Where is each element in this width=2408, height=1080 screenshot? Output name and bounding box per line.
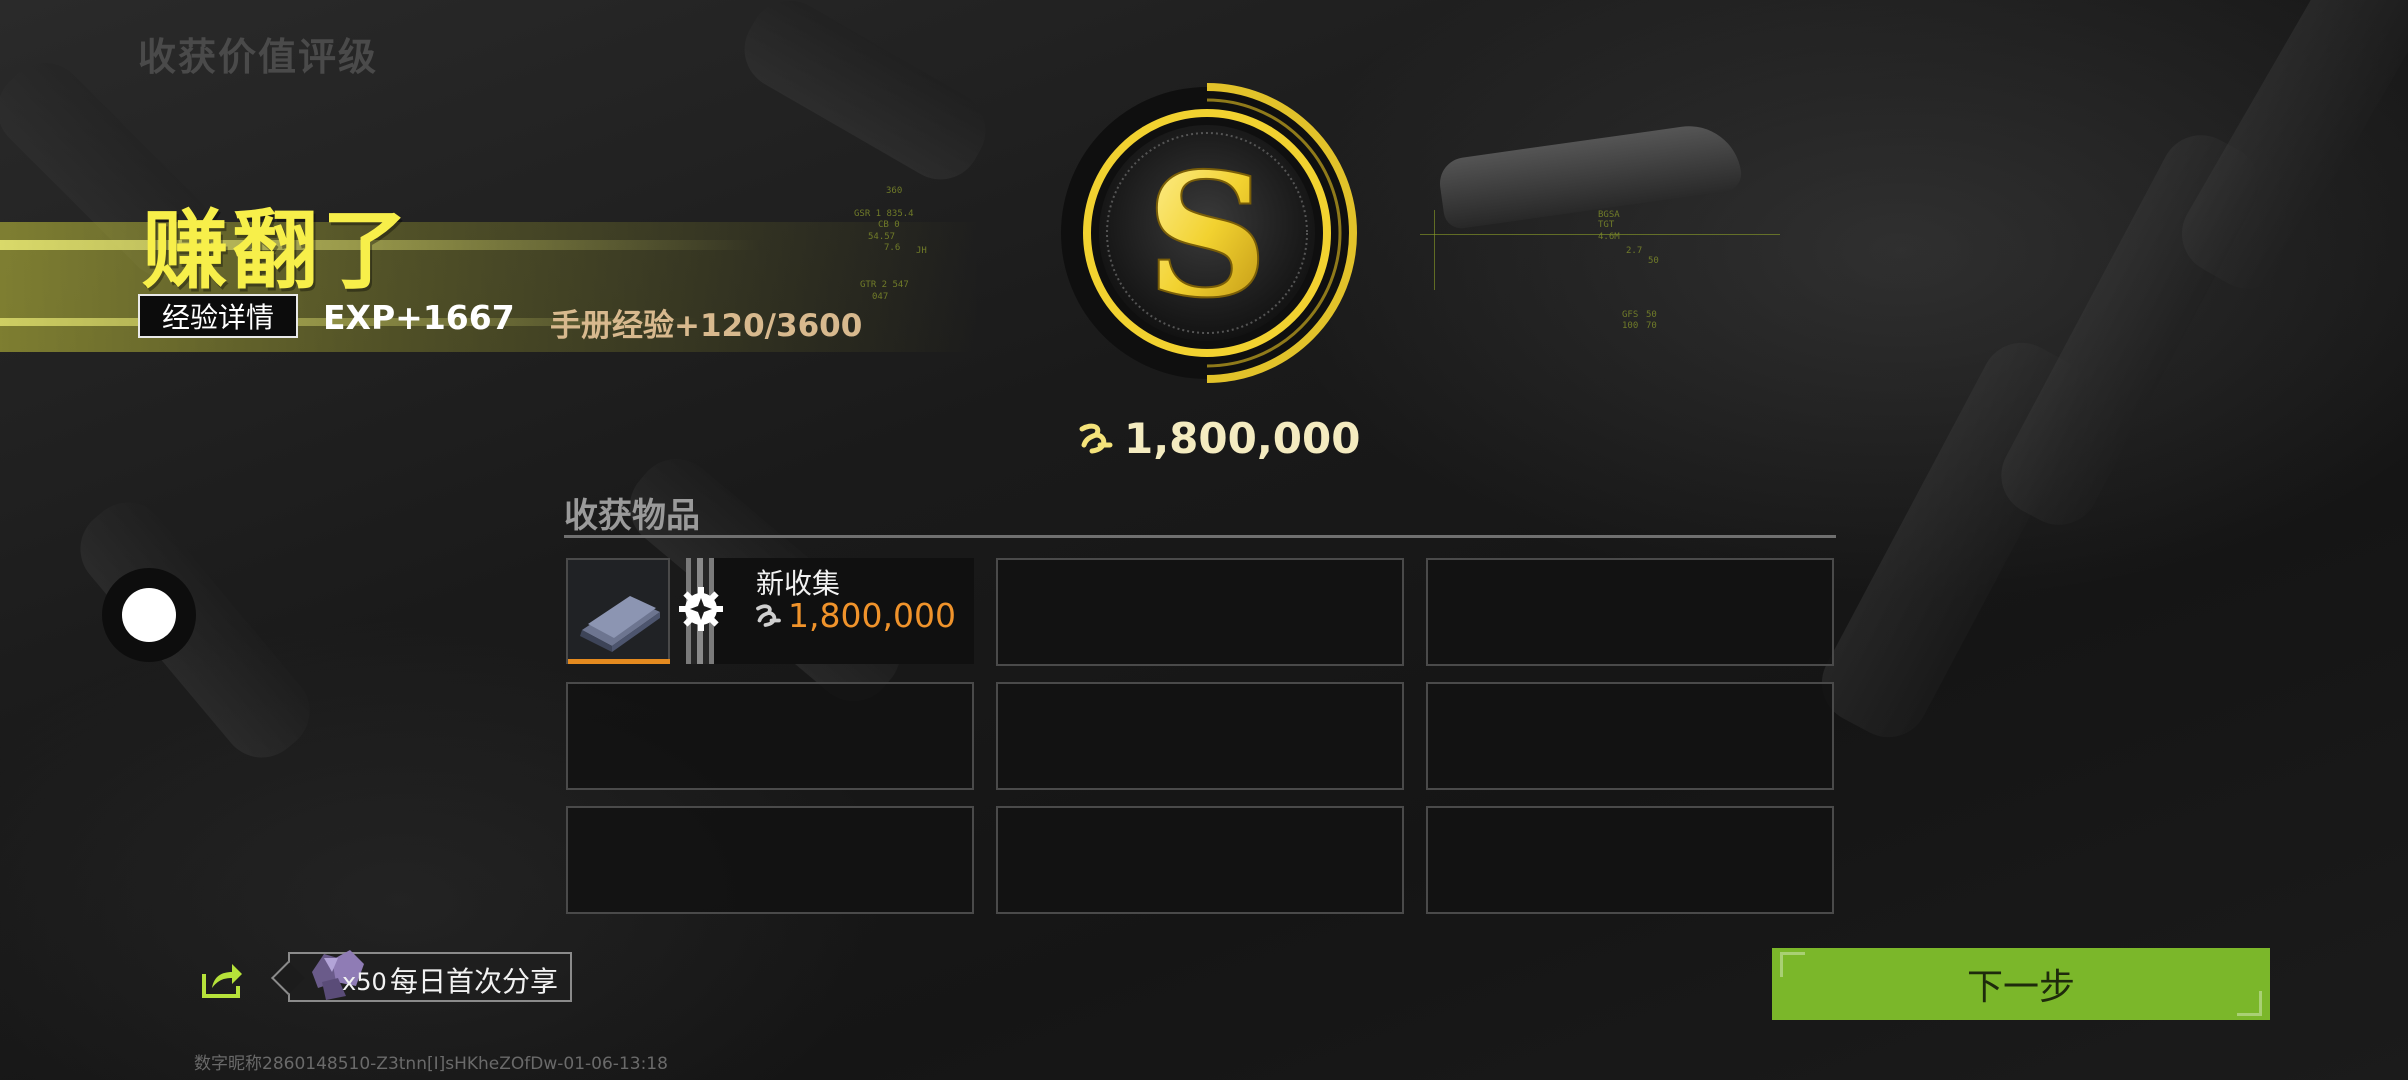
empty-item-slot — [566, 682, 974, 790]
hud-text: 50 — [1648, 256, 1659, 266]
hud-text: GFS — [1622, 310, 1639, 320]
exp-detail-button[interactable]: 经验详情 — [138, 294, 298, 338]
rank-grade: S — [1146, 136, 1269, 336]
empty-item-slot — [1426, 682, 1834, 790]
rank-badge-icon: S — [1061, 83, 1357, 383]
hud-text: JH — [916, 246, 927, 256]
empty-item-slot — [996, 682, 1404, 790]
exp-gain: EXP+1667 — [323, 298, 515, 337]
empty-item-slot — [996, 806, 1404, 914]
record-dot-icon — [122, 588, 176, 642]
share-icon[interactable] — [200, 960, 244, 1000]
item-thumbnail — [566, 558, 670, 664]
rarity-underline — [568, 659, 670, 664]
harvest-item-slot[interactable]: 新收集 1,800,000 — [566, 558, 974, 666]
gear-badge-icon — [679, 587, 723, 631]
item-info-card: 新收集 1,800,000 — [679, 558, 974, 664]
next-step-button[interactable]: 下一步 — [1772, 948, 2270, 1020]
total-value: 1,800,000 — [1074, 414, 1360, 463]
harvest-section-title: 收获物品 — [564, 496, 700, 536]
page-title: 收获价值评级 — [138, 35, 379, 79]
hud-text: TGT — [1598, 220, 1615, 230]
hud-text: GSR 1 835.4 — [854, 209, 914, 219]
hud-text: 50 — [1646, 310, 1657, 320]
hud-text: 7.6 — [884, 243, 901, 253]
result-headline: 赚翻了 — [142, 201, 412, 301]
harvest-grid: 新收集 1,800,000 — [566, 558, 1834, 914]
empty-item-slot — [1426, 558, 1834, 666]
empty-item-slot — [1426, 806, 1834, 914]
coin-icon — [1079, 423, 1113, 453]
floating-record-button[interactable] — [102, 568, 196, 662]
settlement-screen: 收获价值评级 赚翻了 经验详情 EXP+1667 手册经验+120/3600 3… — [0, 0, 2408, 1080]
empty-item-slot — [996, 558, 1404, 666]
hud-text: 70 — [1646, 321, 1657, 331]
hud-text: 360 — [886, 186, 903, 196]
daily-share-reward[interactable]: x50 每日首次分享 — [288, 950, 572, 1002]
hud-text: 54.57 — [868, 232, 896, 242]
manual-exp: 手册经验+120/3600 — [550, 308, 863, 344]
section-divider — [564, 535, 1836, 538]
document-item-icon — [580, 596, 660, 652]
rank-badge: S — [1054, 80, 1360, 386]
share-reward-label: 每日首次分享 — [390, 965, 559, 998]
background-shell-decor — [729, 0, 1001, 194]
hud-text: 2.7 — [1626, 246, 1643, 256]
background-shell-decor — [1436, 119, 1744, 231]
item-value-text: 1,800,000 — [788, 596, 956, 635]
hud-text: 047 — [872, 292, 889, 302]
item-value: 1,800,000 — [752, 596, 956, 635]
background-shell-decor — [64, 486, 326, 774]
hud-text: CB 0 — [878, 220, 900, 230]
hud-text: GTR 2 547 — [860, 280, 909, 290]
empty-item-slot — [566, 806, 974, 914]
coin-icon — [756, 603, 781, 627]
hud-line — [1434, 210, 1435, 290]
total-value-text: 1,800,000 — [1124, 414, 1361, 463]
hud-text: 4.6M — [1598, 232, 1620, 242]
share-reward-qty: x50 — [342, 968, 387, 996]
hud-text: 100 — [1622, 321, 1639, 331]
player-watermark: 数字昵称2860148510-Z3tnn[I]sHKheZOfDw-01-06-… — [194, 1054, 668, 1074]
